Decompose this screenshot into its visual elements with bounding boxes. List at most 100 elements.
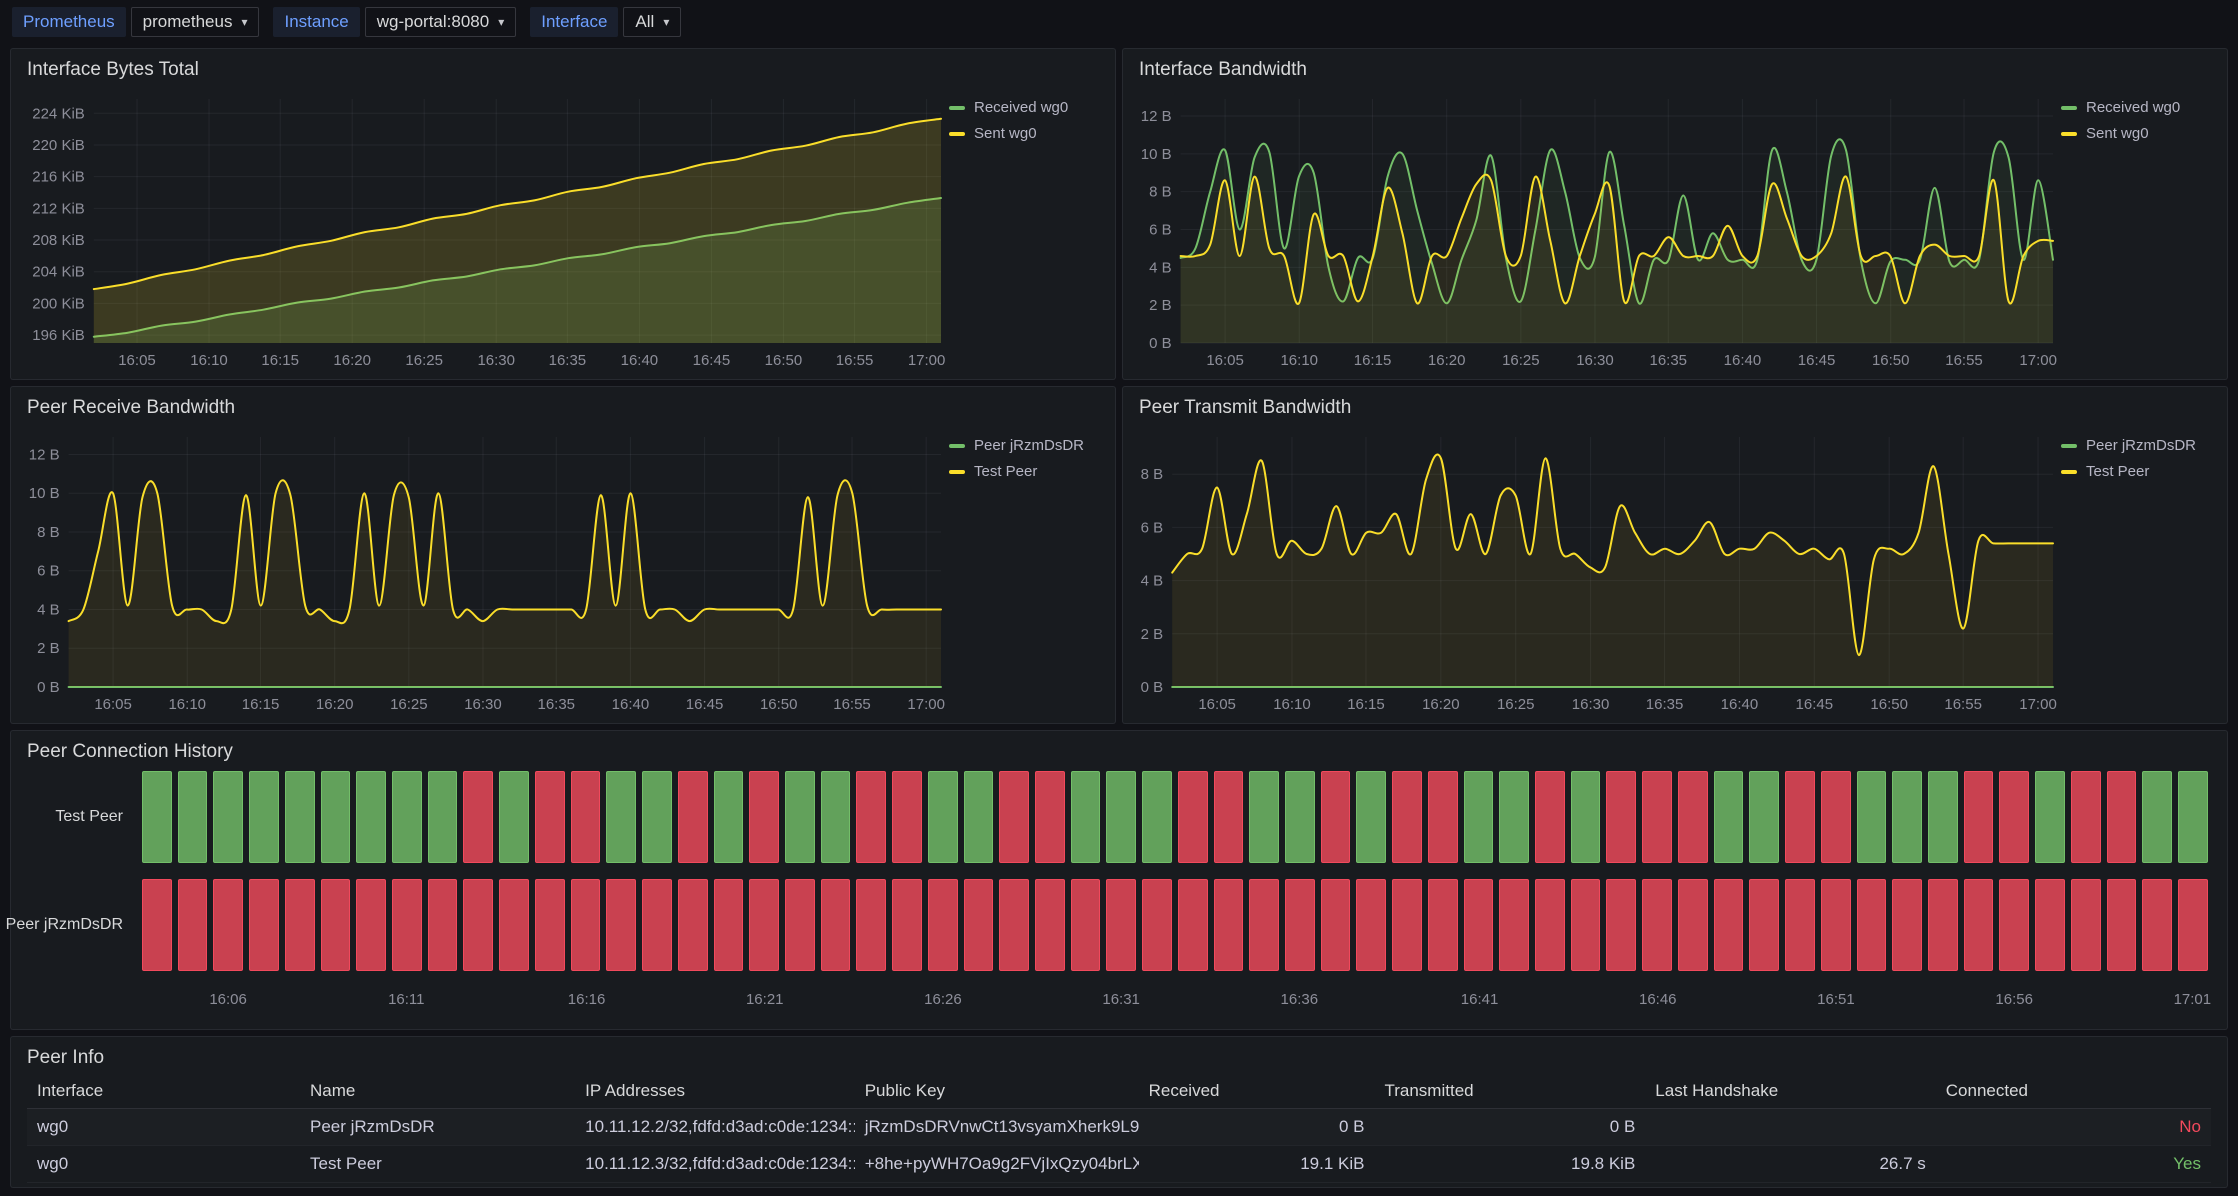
column-header-name[interactable]: Name [300,1073,575,1109]
panel-interface-bytes-total: Interface Bytes Total 196 KiB200 KiB204 … [10,48,1116,380]
variable-dropdown-interface[interactable]: All ▾ [623,7,681,37]
panel-peer-connection-history: Peer Connection History Test PeerPeer jR… [10,730,2228,1030]
variable-group-instance: Instance wg-portal:8080 ▾ [273,7,516,37]
svg-text:2 B: 2 B [1149,297,1172,314]
panel-title[interactable]: Interface Bytes Total [11,49,1115,82]
state-connected-bar [142,771,172,863]
time-series-plot[interactable]: 0 B2 B4 B6 B8 B10 B12 B16:0516:1016:1516… [1131,85,2061,373]
state-disconnected-bar [1606,771,1636,863]
state-disconnected-bar [1964,771,1994,863]
x-axis-tick-label: 16:21 [746,991,784,1008]
svg-text:16:15: 16:15 [242,696,280,713]
legend-item[interactable]: Received wg0 [2061,99,2219,116]
state-disconnected-bar [642,879,672,971]
table-cell-connected: Yes [1936,1146,2211,1183]
state-connected-bar [249,771,279,863]
panel-title[interactable]: Interface Bandwidth [1123,49,2227,82]
state-connected-bar [1071,771,1101,863]
panel-title[interactable]: Peer Receive Bandwidth [11,387,1115,420]
state-disconnected-bar [821,879,851,971]
legend-item[interactable]: Peer jRzmDsDR [949,437,1107,454]
column-header-connected[interactable]: Connected [1936,1073,2211,1109]
state-disconnected-bar [571,771,601,863]
peer-info-table-wrap: InterfaceNameIP AddressesPublic KeyRecei… [27,1073,2211,1183]
state-disconnected-bar [1142,879,1172,971]
legend-item[interactable]: Test Peer [2061,463,2219,480]
state-disconnected-bar [1214,771,1244,863]
legend-label: Sent wg0 [974,125,1037,142]
state-disconnected-bar [535,879,565,971]
state-disconnected-bar [1714,879,1744,971]
state-disconnected-bar [892,879,922,971]
state-disconnected-bar [1428,879,1458,971]
state-connected-bar [1571,771,1601,863]
chart-body: 0 B2 B4 B6 B8 B10 B12 B16:0516:1016:1516… [19,423,1107,717]
time-series-plot[interactable]: 0 B2 B4 B6 B8 B16:0516:1016:1516:2016:25… [1131,423,2061,717]
table-cell-ip-addresses: 10.11.12.3/32,fdfd:d3ad:c0de:1234::2/128 [575,1146,855,1183]
state-disconnected-bar [1071,879,1101,971]
svg-text:16:50: 16:50 [1872,352,1910,369]
legend-item[interactable]: Sent wg0 [2061,125,2219,142]
column-header-public-key[interactable]: Public Key [855,1073,1139,1109]
column-header-received[interactable]: Received [1139,1073,1375,1109]
panel-title[interactable]: Peer Info [11,1037,2227,1070]
timeline-row: Test Peer [27,771,2211,863]
variable-dropdown-instance[interactable]: wg-portal:8080 ▾ [365,7,517,37]
series-color-swatch [2061,106,2077,110]
panel-title[interactable]: Peer Transmit Bandwidth [1123,387,2227,420]
state-disconnected-bar [1821,771,1851,863]
state-disconnected-bar [1892,879,1922,971]
chart-legend: Received wg0 Sent wg0 [2061,85,2219,373]
table-cell-last-handshake: 26.7 s [1645,1146,1935,1183]
svg-text:16:35: 16:35 [1649,352,1687,369]
state-connected-bar [321,771,351,863]
svg-text:6 B: 6 B [1149,222,1172,239]
legend-item[interactable]: Received wg0 [949,99,1107,116]
series-color-swatch [949,470,965,474]
panel-peer-receive-bandwidth: Peer Receive Bandwidth 0 B2 B4 B6 B8 B10… [10,386,1116,724]
svg-text:16:35: 16:35 [1646,696,1684,713]
column-header-interface[interactable]: Interface [27,1073,300,1109]
state-disconnected-bar [1035,771,1065,863]
legend-item[interactable]: Peer jRzmDsDR [2061,437,2219,454]
variable-dropdown-prometheus[interactable]: prometheus ▾ [131,7,260,37]
x-axis-tick-label: 16:11 [388,991,424,1008]
column-header-last-handshake[interactable]: Last Handshake [1645,1073,1935,1109]
variable-group-prometheus: Prometheus prometheus ▾ [12,7,259,37]
series-color-swatch [2061,470,2077,474]
svg-text:17:00: 17:00 [908,352,946,369]
state-disconnected-bar [213,879,243,971]
legend-label: Test Peer [2086,463,2149,480]
state-disconnected-bar [1356,879,1386,971]
svg-text:196 KiB: 196 KiB [32,327,85,344]
legend-item[interactable]: Sent wg0 [949,125,1107,142]
svg-text:16:30: 16:30 [477,352,515,369]
state-disconnected-bar [2178,879,2208,971]
column-header-transmitted[interactable]: Transmitted [1374,1073,1645,1109]
svg-text:16:55: 16:55 [833,696,871,713]
state-connected-bar [1714,771,1744,863]
time-series-plot[interactable]: 196 KiB200 KiB204 KiB208 KiB212 KiB216 K… [19,85,949,373]
x-axis-tick-label: 16:51 [1817,991,1855,1008]
timeline-rows: Test PeerPeer jRzmDsDR [27,771,2211,971]
legend-item[interactable]: Test Peer [949,463,1107,480]
column-header-ip-addresses[interactable]: IP Addresses [575,1073,855,1109]
state-connected-bar [356,771,386,863]
svg-text:16:40: 16:40 [612,696,650,713]
svg-text:12 B: 12 B [29,446,60,463]
svg-text:16:30: 16:30 [1576,352,1614,369]
state-connected-bar [1356,771,1386,863]
svg-text:16:45: 16:45 [1796,696,1834,713]
time-series-plot[interactable]: 0 B2 B4 B6 B8 B10 B12 B16:0516:1016:1516… [19,423,949,717]
state-connected-bar [1249,771,1279,863]
x-axis-tick-label: 16:16 [568,991,606,1008]
svg-text:8 B: 8 B [37,524,60,541]
state-disconnected-bar [1106,879,1136,971]
svg-text:17:00: 17:00 [2019,696,2057,713]
panel-title[interactable]: Peer Connection History [11,731,2227,764]
svg-text:16:10: 16:10 [1273,696,1311,713]
state-disconnected-bar [785,879,815,971]
state-disconnected-bar [1499,879,1529,971]
state-disconnected-bar [1321,879,1351,971]
state-disconnected-bar [463,879,493,971]
